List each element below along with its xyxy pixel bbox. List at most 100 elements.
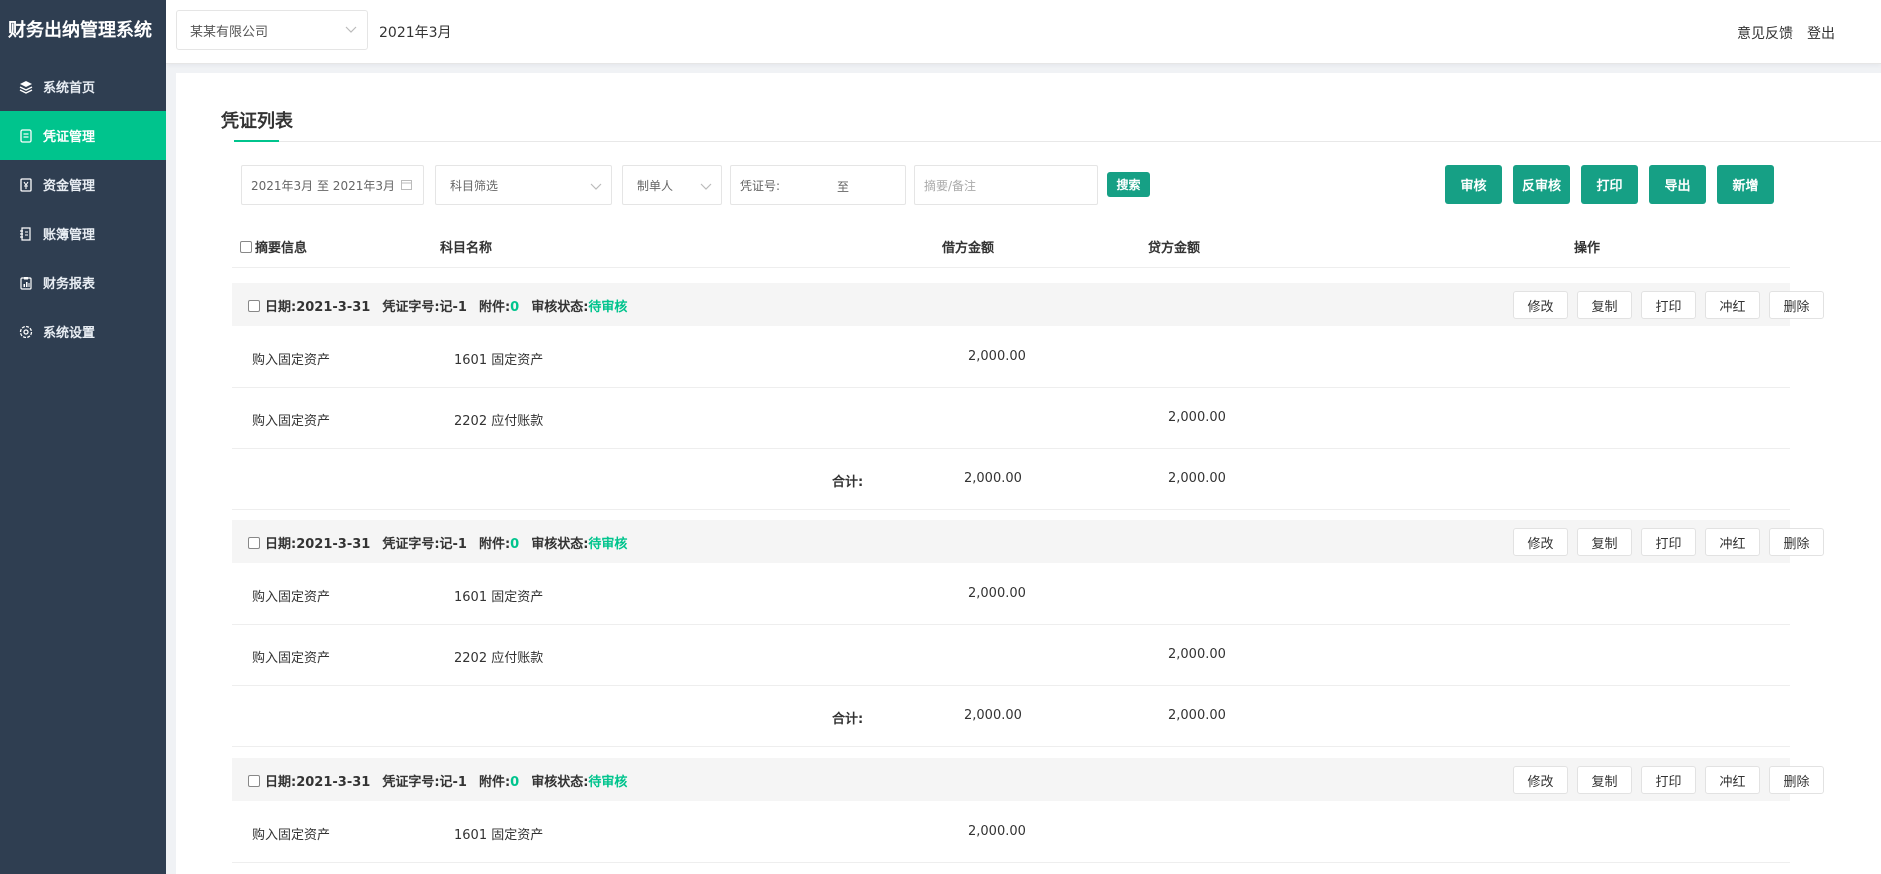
- sidebar-item-funds[interactable]: 资金管理: [0, 160, 166, 209]
- total-label: 合计:: [832, 475, 864, 490]
- voucher-meta: 日期:2021-3-31 凭证字号:记-1 附件:0 审核状态:待审核: [248, 296, 639, 315]
- entry-subject: 2202 应付账款: [454, 651, 544, 666]
- voucher-range-separator: 至: [837, 180, 850, 194]
- chevron-down-icon: [590, 180, 602, 195]
- voucher-header: 日期:2021-3-31 凭证字号:记-1 附件:0 审核状态:待审核 修改 复制 打…: [232, 520, 1824, 563]
- chevron-down-icon: [345, 23, 357, 39]
- voucher-meta: 日期:2021-3-31 凭证字号:记-1 附件:0 审核状态:待审核: [248, 533, 639, 552]
- voucher-number-range[interactable]: 凭证号: 至: [730, 165, 906, 205]
- sidebar-item-settings[interactable]: 系统设置: [0, 307, 166, 356]
- date-range-picker[interactable]: 2021年3月 至 2021年3月: [241, 165, 424, 205]
- audit-status: 待审核: [588, 300, 628, 315]
- sidebar-item-label: 财务报表: [43, 277, 96, 292]
- attachment-label: 附件:: [478, 300, 511, 315]
- entry-credit: 2,000.00: [1168, 647, 1226, 662]
- sidebar-item-reports[interactable]: 财务报表: [0, 258, 166, 307]
- entry-subject: 1601 固定资产: [454, 590, 544, 605]
- unaudit-button[interactable]: 反审核: [1513, 165, 1570, 204]
- memo-search-input[interactable]: 摘要/备注: [914, 165, 1098, 205]
- audit-status-label: 审核状态:: [531, 537, 589, 552]
- entry-summary: 购入固定资产: [252, 414, 331, 429]
- gear-icon: [19, 325, 33, 339]
- ledger-icon: [19, 226, 33, 241]
- delete-button[interactable]: 删除: [1769, 766, 1824, 794]
- entry-summary: 购入固定资产: [252, 353, 331, 368]
- edit-button[interactable]: 修改: [1513, 528, 1568, 556]
- entry-debit: 2,000.00: [968, 824, 1026, 839]
- voucher-header: 日期:2021-3-31 凭证字号:记-1 附件:0 审核状态:待审核 修改 复制 打…: [232, 283, 1824, 326]
- entry-summary: 购入固定资产: [252, 590, 331, 605]
- voucher-icon: [19, 128, 33, 143]
- chevron-down-icon: [700, 180, 712, 195]
- total-label: 合计:: [832, 712, 864, 727]
- print-row-button[interactable]: 打印: [1641, 291, 1696, 319]
- table-header: 摘要信息 科目名称 借方金额 贷方金额 操作: [232, 223, 1790, 268]
- voucher-checkbox[interactable]: [248, 536, 260, 549]
- voucher-checkbox[interactable]: [248, 299, 260, 312]
- sidebar-item-label: 凭证管理: [43, 130, 96, 145]
- table-row: 购入固定资产 1601 固定资产 2,000.00: [232, 564, 1790, 625]
- select-all-checkbox[interactable]: [240, 240, 252, 253]
- total-credit: 2,000.00: [1168, 471, 1226, 486]
- sidebar-item-label: 资金管理: [43, 179, 96, 194]
- print-button[interactable]: 打印: [1581, 165, 1638, 204]
- select-all-cell: 摘要信息: [240, 237, 307, 256]
- delete-button[interactable]: 删除: [1769, 291, 1824, 319]
- copy-button[interactable]: 复制: [1577, 291, 1632, 319]
- table-row: 购入固定资产 2202 应付账款 2,000.00: [232, 625, 1790, 686]
- feedback-link[interactable]: 意见反馈: [1737, 23, 1793, 43]
- entry-subject: 1601 固定资产: [454, 353, 544, 368]
- table-row: 购入固定资产 1601 固定资产 2,000.00: [232, 802, 1790, 863]
- maker-filter-select[interactable]: 制单人: [622, 165, 722, 205]
- voucher-no-label: 凭证字号:: [382, 300, 440, 315]
- subject-filter-value: 科目筛选: [450, 178, 499, 193]
- sidebar-item-label: 账簿管理: [43, 228, 96, 243]
- date-label: 日期:: [265, 775, 297, 790]
- audit-button[interactable]: 审核: [1445, 165, 1502, 204]
- sidebar-item-vouchers[interactable]: 凭证管理: [0, 111, 166, 160]
- audit-status-label: 审核状态:: [531, 775, 589, 790]
- total-row: 合计: 2,000.00 2,000.00: [232, 686, 1790, 747]
- edit-button[interactable]: 修改: [1513, 766, 1568, 794]
- attachment-count: 0: [510, 775, 520, 790]
- voucher-no-label: 凭证字号:: [382, 775, 440, 790]
- logout-link[interactable]: 登出: [1807, 23, 1835, 43]
- subject-filter-select[interactable]: 科目筛选: [435, 165, 612, 205]
- total-debit: 2,000.00: [964, 471, 1022, 486]
- current-period: 2021年3月: [379, 25, 452, 41]
- voucher-date: 2021-3-31: [296, 537, 371, 552]
- date-range-value: 2021年3月 至 2021年3月: [251, 178, 395, 193]
- sidebar-item-home[interactable]: 系统首页: [0, 62, 166, 111]
- voucher-header: 日期:2021-3-31 凭证字号:记-1 附件:0 审核状态:待审核 修改 复制 打…: [232, 758, 1824, 801]
- column-summary: 摘要信息: [255, 241, 308, 256]
- edit-button[interactable]: 修改: [1513, 291, 1568, 319]
- print-row-button[interactable]: 打印: [1641, 528, 1696, 556]
- sidebar-item-ledger[interactable]: 账簿管理: [0, 209, 166, 258]
- copy-button[interactable]: 复制: [1577, 528, 1632, 556]
- voucher-date: 2021-3-31: [296, 300, 371, 315]
- voucher-no-label: 凭证字号:: [382, 537, 440, 552]
- memo-search-placeholder: 摘要/备注: [924, 178, 977, 193]
- total-row: 合计: 2,000.00 2,000.00: [232, 449, 1790, 510]
- calendar-icon: [401, 179, 412, 193]
- voucher-no: 记-1: [439, 775, 467, 790]
- reverse-button[interactable]: 冲红: [1705, 528, 1760, 556]
- audit-status: 待审核: [588, 775, 628, 790]
- reverse-button[interactable]: 冲红: [1705, 291, 1760, 319]
- export-button[interactable]: 导出: [1649, 165, 1706, 204]
- table-row: 购入固定资产 2202 应付账款 2,000.00: [232, 388, 1790, 449]
- reverse-button[interactable]: 冲红: [1705, 766, 1760, 794]
- report-icon: [19, 276, 33, 290]
- copy-button[interactable]: 复制: [1577, 766, 1632, 794]
- delete-button[interactable]: 删除: [1769, 528, 1824, 556]
- voucher-checkbox[interactable]: [248, 774, 260, 787]
- attachment-count: 0: [510, 300, 520, 315]
- print-row-button[interactable]: 打印: [1641, 766, 1696, 794]
- audit-status-label: 审核状态:: [531, 300, 589, 315]
- attachment-label: 附件:: [478, 775, 511, 790]
- column-debit: 借方金额: [942, 241, 995, 256]
- company-select[interactable]: 某某有限公司: [176, 10, 368, 50]
- search-button[interactable]: 搜索: [1107, 172, 1150, 197]
- add-button[interactable]: 新增: [1717, 165, 1774, 204]
- voucher-number-label: 凭证号:: [740, 178, 781, 193]
